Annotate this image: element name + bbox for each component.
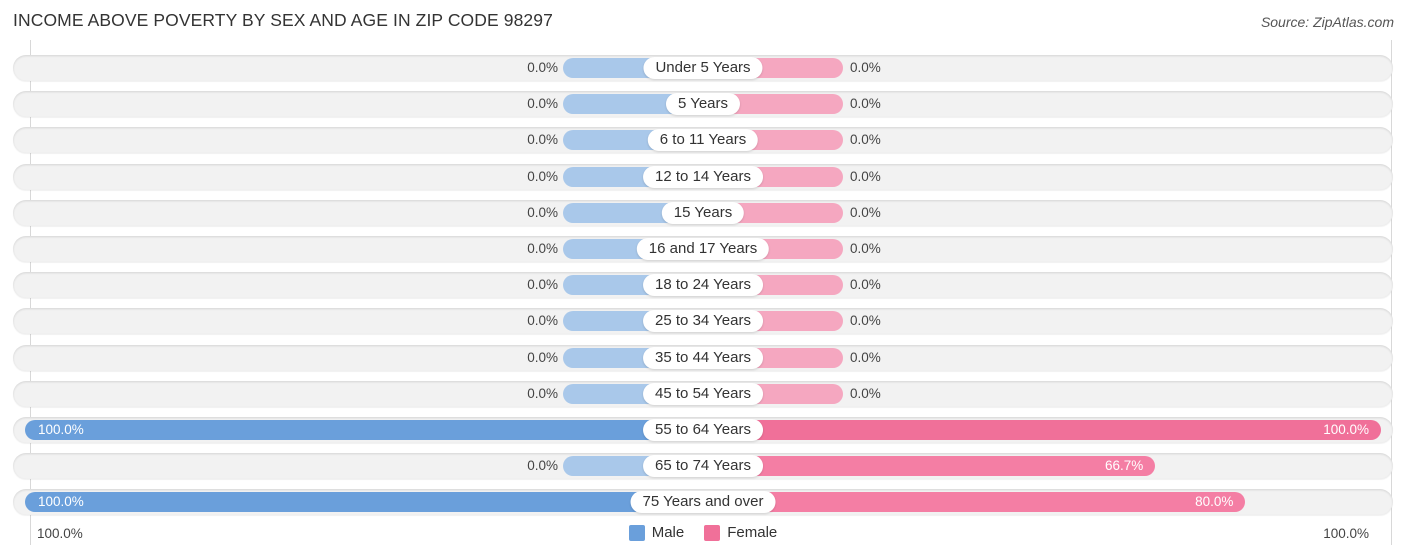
- bar-female[interactable]: [703, 456, 1156, 477]
- value-label-male: 0.0%: [527, 204, 558, 220]
- value-label-male: 100.0%: [38, 494, 84, 510]
- legend-label-male: Male: [651, 524, 685, 541]
- category-label: 75 Years and over: [630, 491, 776, 514]
- value-label-male: 0.0%: [527, 277, 558, 293]
- value-label-male: 0.0%: [527, 60, 558, 75]
- category-label: 16 and 17 Years: [636, 238, 770, 260]
- value-label-male: 0.0%: [527, 168, 558, 184]
- category-label: 25 to 34 Years: [643, 310, 763, 333]
- category-label: 55 to 64 Years: [643, 419, 763, 441]
- value-label-male: 100.0%: [38, 422, 84, 437]
- value-label-female: 100.0%: [1323, 422, 1369, 437]
- value-label-female: 0.0%: [850, 204, 881, 220]
- category-label: 12 to 14 Years: [643, 165, 763, 188]
- category-label: 15 Years: [661, 201, 745, 224]
- category-label: Under 5 Years: [643, 57, 763, 79]
- value-label-female: 0.0%: [850, 385, 881, 401]
- value-label-female: 0.0%: [850, 313, 881, 329]
- value-label-female: 66.7%: [1104, 458, 1144, 474]
- legend-label-female: Female: [727, 524, 778, 541]
- category-label: 35 to 44 Years: [643, 346, 763, 369]
- value-label-male: 0.0%: [527, 349, 558, 365]
- female-swatch-icon: [704, 524, 721, 541]
- value-label-female: 0.0%: [850, 241, 881, 256]
- value-label-female: 0.0%: [850, 132, 881, 148]
- bar-male[interactable]: [25, 420, 703, 440]
- value-label-male: 0.0%: [527, 132, 558, 148]
- male-swatch-icon: [628, 524, 645, 541]
- category-label: 18 to 24 Years: [643, 274, 763, 297]
- value-label-female: 0.0%: [850, 60, 881, 75]
- value-label-male: 0.0%: [527, 313, 558, 329]
- value-label-female: 80.0%: [1195, 494, 1234, 510]
- value-label-male: 0.0%: [527, 458, 558, 474]
- value-label-male: 0.0%: [527, 385, 558, 401]
- value-label-male: 0.0%: [527, 241, 558, 256]
- bar-female[interactable]: [703, 492, 1246, 513]
- bar-female[interactable]: [703, 420, 1381, 440]
- value-label-female: 0.0%: [850, 349, 881, 365]
- category-label: 45 to 54 Years: [643, 382, 763, 405]
- legend-item-male[interactable]: Male: [628, 524, 685, 541]
- chart-area: 0.0% 0.0% Under 5 Years 0.0% 0.0% 5 Years 0.0%…: [0, 0, 1406, 558]
- value-label-female: 0.0%: [850, 277, 881, 293]
- category-label: 6 to 11 Years: [647, 129, 759, 152]
- bar-male[interactable]: [25, 492, 703, 513]
- legend: Male Female: [0, 524, 1406, 541]
- value-label-female: 0.0%: [850, 168, 881, 184]
- category-label: 5 Years: [665, 93, 741, 116]
- value-label-female: 0.0%: [850, 96, 881, 112]
- value-label-male: 0.0%: [527, 96, 558, 112]
- legend-item-female[interactable]: Female: [704, 524, 777, 541]
- category-label: 65 to 74 Years: [643, 455, 763, 478]
